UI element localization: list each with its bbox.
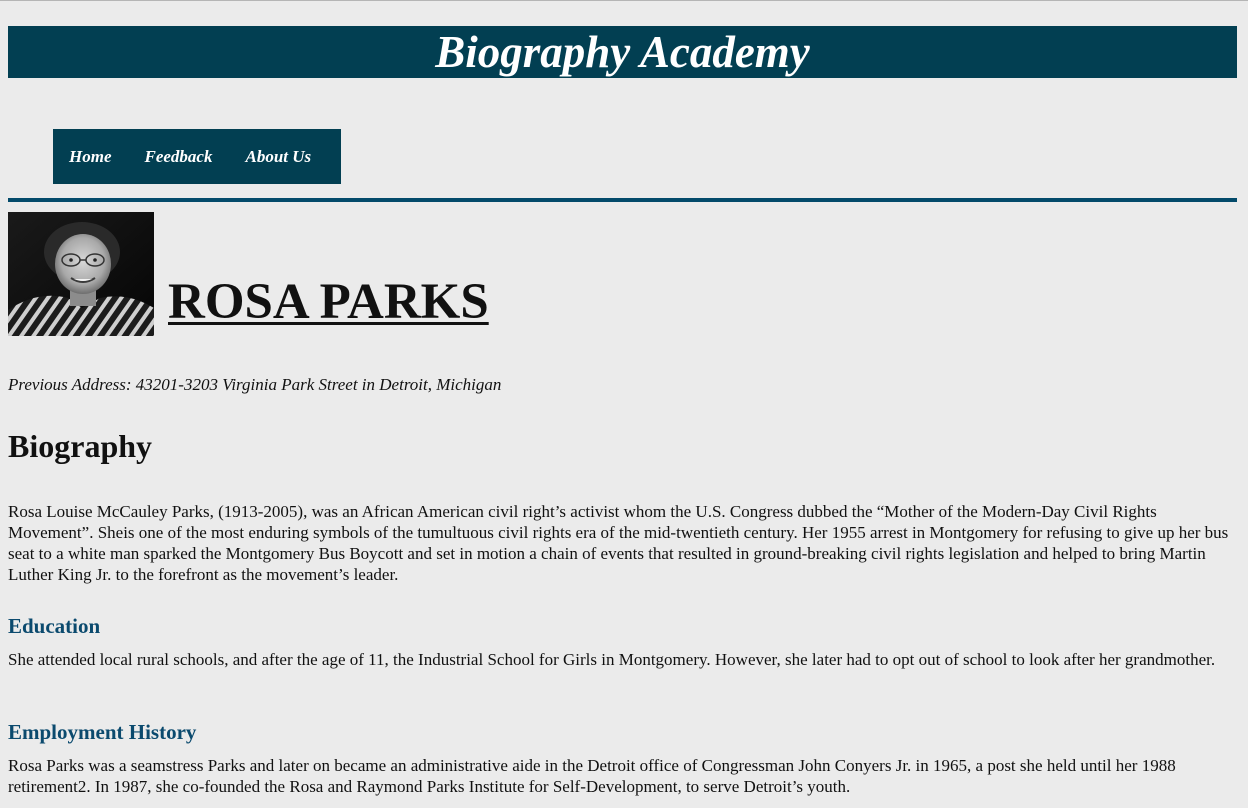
nav-about-us-link[interactable]: About Us: [245, 147, 311, 167]
site-banner: Biography Academy: [8, 26, 1237, 78]
biography-heading: Biography: [8, 428, 153, 464]
employment-text: Rosa Parks was a seamstress Parks and la…: [8, 756, 1176, 796]
header-divider: [8, 198, 1237, 202]
nav-home-link[interactable]: Home: [69, 147, 112, 167]
site-title: Biography Academy: [435, 27, 810, 77]
main-nav: Home Feedback About Us: [53, 129, 341, 184]
education-text: She attended local rural schools, and af…: [8, 650, 1216, 669]
person-name: ROSA PARKS: [168, 274, 489, 330]
nav-feedback-link[interactable]: Feedback: [145, 147, 213, 167]
biography-text: Rosa Louise McCauley Parks, (1913-2005),…: [8, 502, 1229, 584]
previous-address: Previous Address: 43201-3203 Virginia Pa…: [8, 375, 502, 394]
employment-heading: Employment History: [8, 720, 197, 744]
education-heading: Education: [8, 614, 101, 638]
top-border: [0, 0, 1248, 1]
portrait-photo: [8, 212, 154, 336]
